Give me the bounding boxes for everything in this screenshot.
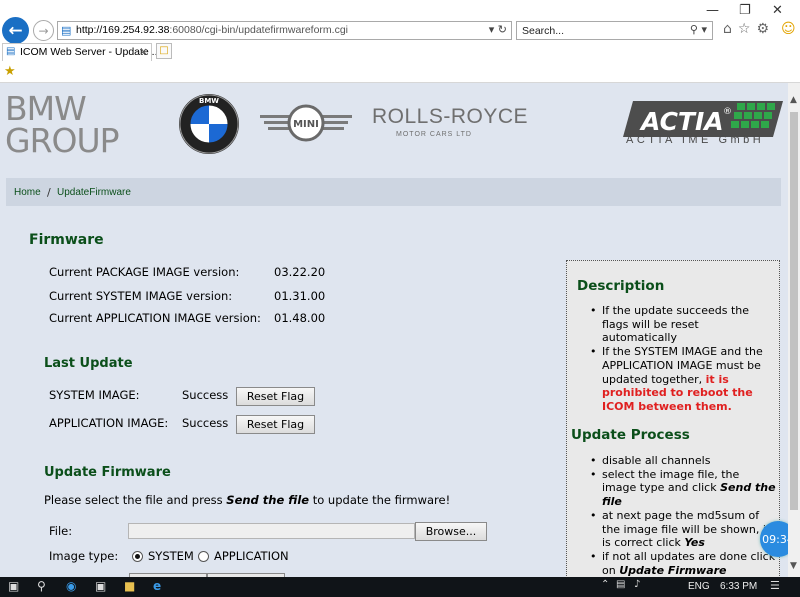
mini-logo-text: MINI	[293, 119, 319, 130]
folder-icon[interactable]: ■	[124, 579, 135, 593]
breadcrumb-home-link[interactable]: Home	[14, 187, 41, 198]
update-firmware-heading: Update Firmware	[44, 465, 171, 480]
application-image-status: Success	[182, 416, 229, 430]
browse-button[interactable]: Browse...	[415, 522, 487, 541]
mini-logo: MINI	[260, 104, 352, 142]
page-icon: ▤	[61, 24, 72, 37]
browser-chrome: — ❐ ✕ ← → ▤ http://169.254.92.38:60080/c…	[0, 0, 800, 83]
breadcrumb-separator: /	[47, 186, 51, 199]
language-indicator[interactable]: ENG	[688, 581, 710, 592]
system-version-value: 01.31.00	[274, 289, 326, 303]
breadcrumb: Home / UpdateFirmware	[6, 178, 781, 206]
radio-application[interactable]	[198, 551, 209, 562]
address-actions: ▾ ↻	[489, 23, 507, 36]
favorites-star-icon[interactable]: ☆	[738, 21, 757, 37]
process-step: disable all channels	[577, 454, 777, 468]
internet-explorer-icon[interactable]: e	[153, 579, 161, 593]
update-instruction: Please select the file and press Send th…	[44, 493, 451, 507]
system-image-status: Success	[182, 388, 229, 402]
floating-clock-badge[interactable]: 09:34	[760, 521, 788, 557]
windows-start-icon[interactable]: ▣	[8, 579, 19, 593]
actia-subtitle: ACTIA IME GmbH	[626, 134, 765, 146]
radio-system[interactable]	[132, 551, 143, 562]
network-icon[interactable]: ▤	[616, 579, 625, 590]
dropdown-icon[interactable]: ▾	[489, 23, 495, 36]
image-type-label: Image type:	[49, 549, 119, 563]
volume-icon[interactable]: ♪	[634, 579, 640, 590]
taskbar-app-icon[interactable]: ▣	[95, 579, 106, 593]
close-icon[interactable]: ✕	[772, 3, 783, 18]
search-input[interactable]: Search...	[522, 25, 564, 37]
update-process-heading: Update Process	[571, 427, 690, 443]
new-tab-button[interactable]: □	[156, 43, 172, 59]
scroll-up-icon[interactable]: ▲	[790, 95, 797, 105]
home-icon[interactable]: ⌂	[723, 21, 738, 37]
file-label: File:	[49, 524, 73, 538]
bmw-group-logo: BMW GROUP	[5, 89, 120, 160]
process-step: select the image file, the image type an…	[577, 468, 777, 509]
bmw-roundel-text: BMW	[199, 97, 219, 105]
system-image-label: SYSTEM IMAGE:	[49, 388, 140, 402]
forward-arrow-icon[interactable]: →	[33, 20, 54, 41]
description-panel: Description If the update succeeds the f…	[566, 260, 780, 577]
description-item: If the update succeeds the flags will be…	[577, 304, 777, 345]
favorites-add-icon[interactable]: ★	[4, 64, 16, 79]
reset-flag-application-button[interactable]: Reset Flag	[236, 415, 315, 434]
svg-text:®: ®	[723, 107, 732, 117]
last-update-heading: Last Update	[44, 356, 133, 371]
package-version-label: Current PACKAGE IMAGE version:	[49, 265, 240, 279]
search-box[interactable]: Search... ⚲ ▾	[516, 21, 713, 40]
application-image-label: APPLICATION IMAGE:	[49, 416, 169, 430]
page-viewport: BMW GROUP BMW MINI ROLLS-ROYCE MOTOR CAR…	[0, 83, 788, 577]
actia-logo-text: ACTIA	[639, 107, 724, 136]
description-item: If the SYSTEM IMAGE and the APPLICATION …	[577, 345, 777, 414]
application-version-label: Current APPLICATION IMAGE version:	[49, 311, 261, 325]
tab-icom-web-server[interactable]: ▤ ICOM Web Server - Update ... ×	[2, 43, 160, 61]
package-version-value: 03.22.20	[274, 265, 326, 279]
scrollbar-thumb[interactable]	[790, 112, 798, 510]
restore-icon[interactable]: ❐	[739, 3, 751, 18]
task-view-icon[interactable]: ◉	[66, 579, 76, 593]
tab-close-icon[interactable]: ×	[139, 45, 148, 58]
reset-flag-system-button[interactable]: Reset Flag	[236, 387, 315, 406]
process-step: if not all updates are done click on Upd…	[577, 550, 777, 577]
smiley-feedback-icon[interactable]: ☺	[781, 21, 796, 37]
minimize-icon[interactable]: —	[706, 3, 719, 18]
process-step: at next page the md5sum of the image fil…	[577, 509, 777, 550]
breadcrumb-current: UpdateFirmware	[57, 187, 131, 198]
vertical-scrollbar[interactable]: ▲ ▼	[788, 83, 800, 577]
windows-taskbar: ▣ ⚲ ◉ ▣ ■ e ⌃ ▤ ♪ ENG 6:33 PM ☰	[0, 577, 800, 597]
radio-system-label: SYSTEM	[148, 549, 194, 563]
firmware-heading: Firmware	[29, 232, 104, 248]
radio-application-label: APPLICATION	[214, 549, 289, 563]
ie-page-icon: ▤	[6, 46, 16, 57]
settings-gear-icon[interactable]: ⚙	[756, 21, 775, 37]
search-icon[interactable]: ⚲	[37, 579, 46, 593]
url-text: http://169.254.92.38:60080/cgi-bin/updat…	[76, 24, 349, 36]
taskbar-clock[interactable]: 6:33 PM	[720, 581, 757, 592]
address-bar[interactable]: ▤ http://169.254.92.38:60080/cgi-bin/upd…	[57, 21, 512, 40]
update-process-list: disable all channels select the image fi…	[577, 454, 777, 577]
search-icon[interactable]: ⚲ ▾	[690, 23, 707, 36]
toolbar-icons: ⌂☆⚙	[723, 21, 775, 37]
notification-icon[interactable]: ☰	[770, 579, 780, 592]
system-version-label: Current SYSTEM IMAGE version:	[49, 289, 233, 303]
description-list: If the update succeeds the flags will be…	[577, 304, 777, 414]
bmw-roundel-logo: BMW	[179, 94, 239, 154]
rolls-royce-logo: ROLLS-ROYCE MOTOR CARS LTD	[372, 105, 529, 138]
application-version-value: 01.48.00	[274, 311, 326, 325]
description-heading: Description	[577, 278, 665, 294]
scroll-down-icon[interactable]: ▼	[790, 561, 797, 571]
refresh-icon[interactable]: ↻	[498, 23, 507, 36]
back-arrow-icon[interactable]: ←	[2, 17, 29, 44]
file-path-field[interactable]	[128, 523, 415, 539]
tray-chevron-icon[interactable]: ⌃	[601, 579, 609, 590]
